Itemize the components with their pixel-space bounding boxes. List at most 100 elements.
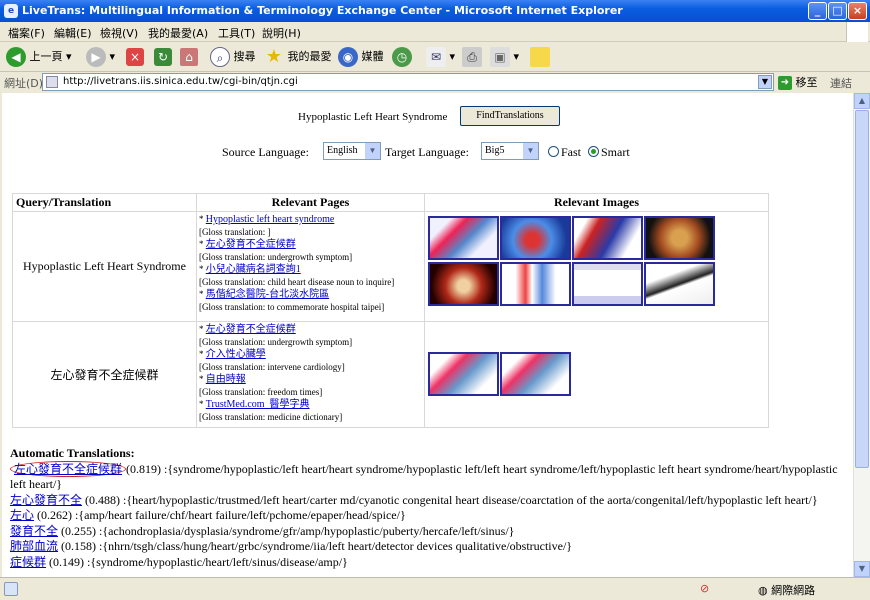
refresh-icon: ↻ — [154, 48, 172, 66]
query-input[interactable] — [298, 107, 450, 127]
target-language-label: Target Language: — [385, 145, 469, 159]
vertical-scrollbar[interactable]: ▲ ▼ — [853, 93, 870, 577]
back-button[interactable]: ◀ 上一頁 ▾ — [6, 46, 72, 68]
page-link[interactable]: 左心發育不全症候群 — [206, 324, 296, 335]
address-dropdown-icon[interactable]: ▼ — [758, 75, 772, 89]
heart-diagram-image[interactable] — [500, 262, 571, 306]
language-row: Source Language: English ▼ Target Langua… — [2, 141, 853, 163]
translation-link[interactable]: 左心發育不全 — [10, 493, 82, 507]
gloss-text: [Gloss translation: medicine dictionary] — [199, 412, 343, 422]
translation-link[interactable]: 肺部血流 — [10, 539, 58, 553]
refresh-button[interactable]: ↻ — [154, 46, 172, 68]
address-label: 網址(D) — [4, 77, 44, 90]
smart-radio[interactable] — [588, 146, 599, 157]
gloss-text: [Gloss translation: ] — [199, 227, 271, 237]
fast-radio[interactable] — [548, 146, 559, 157]
heart-diagram-image[interactable] — [500, 216, 571, 260]
messenger-button[interactable] — [530, 46, 550, 68]
menu-help[interactable]: 說明(H) — [262, 25, 301, 41]
go-button[interactable]: ➜ 移至 — [778, 74, 818, 90]
heart-diagram-image[interactable] — [428, 352, 499, 396]
menu-favorites[interactable]: 我的最愛(A) — [148, 25, 208, 41]
mail-icon: ✉ — [426, 47, 446, 67]
page-icon — [46, 76, 58, 88]
heart-diagram-image[interactable] — [428, 216, 499, 260]
list-item: 左心發育不全症候群 (0.819) :{syndrome/hypoplastic/… — [10, 460, 838, 491]
printer-icon: ⎙ — [462, 47, 482, 67]
translation-link[interactable]: 左心發育不全症候群 — [10, 460, 127, 477]
page-link[interactable]: 小兒心臟病名詞查詢1 — [206, 264, 301, 275]
globe-icon: ◉ — [338, 47, 358, 67]
forward-arrow-icon: ▶ — [86, 47, 106, 67]
list-item: 左心 (0.262) :{amp/heart failure/chf/heart… — [10, 508, 406, 522]
source-language-select[interactable]: English ▼ — [323, 142, 381, 160]
search-row: FindTranslations — [2, 105, 853, 127]
security-zone: ◍ 網際網路 — [758, 584, 816, 597]
close-button[interactable]: × — [848, 2, 867, 20]
forward-button[interactable]: ▶ ▾ — [86, 46, 115, 68]
favorites-button[interactable]: ★ 我的最愛 — [264, 46, 332, 68]
smart-label: Smart — [601, 145, 630, 159]
menu-tools[interactable]: 工具(T) — [218, 25, 255, 41]
page-link[interactable]: 左心發育不全症候群 — [206, 239, 296, 250]
address-input[interactable]: http://livetrans.iis.sinica.edu.tw/cgi-b… — [42, 73, 774, 91]
automatic-translations: Automatic Translations: 左心發育不全症候群 (0.819)… — [10, 446, 850, 570]
list-item: 發育不全 (0.255) :{achondroplasia/dysplasia/… — [10, 523, 515, 538]
auto-translations-heading: Automatic Translations: — [10, 446, 135, 460]
window-title: LiveTrans: Multilingual Information & Te… — [22, 4, 623, 17]
scroll-down-icon[interactable]: ▼ — [854, 561, 870, 577]
windows-logo-icon — [846, 22, 868, 42]
column-header: Query/Translation — [12, 193, 197, 212]
page-status-icon — [4, 582, 18, 596]
window-title-bar[interactable]: e LiveTrans: Multilingual Information & … — [0, 0, 870, 22]
minimize-button[interactable]: _ — [808, 2, 827, 20]
menu-file[interactable]: 檔案(F) — [8, 25, 45, 41]
target-language-select[interactable]: Big5 ▼ — [481, 142, 539, 160]
scroll-up-icon[interactable]: ▲ — [854, 93, 870, 109]
pages-cell: * 左心發育不全症候群 [Gloss translation: undergro… — [196, 321, 425, 428]
edit-icon: ▣ — [490, 47, 510, 67]
column-header: Relevant Pages — [196, 193, 425, 212]
print-button[interactable]: ⎙ — [462, 46, 482, 68]
heart-photo-image[interactable] — [428, 262, 499, 306]
address-bar: 網址(D) http://livetrans.iis.sinica.edu.tw… — [0, 72, 870, 92]
ie-app-icon: e — [4, 4, 18, 18]
search-button[interactable]: ⌕ 搜尋 — [210, 46, 256, 68]
media-button[interactable]: ◉ 媒體 — [338, 46, 384, 68]
scrollbar-thumb[interactable] — [855, 110, 869, 468]
page-link[interactable]: Hypoplastic left heart syndrome — [206, 214, 335, 225]
home-button[interactable]: ⌂ — [180, 46, 198, 68]
translation-link[interactable]: 發育不全 — [10, 524, 58, 538]
maximize-button[interactable]: □ — [828, 2, 847, 20]
mail-button[interactable]: ✉ ▾ — [426, 46, 455, 68]
table-row: 左心發育不全症候群 * 左心發育不全症候群 [Gloss translation… — [12, 321, 769, 428]
webpage-screenshot-image[interactable] — [572, 262, 643, 306]
translation-link[interactable]: 症候群 — [10, 555, 46, 569]
table-row: Hypoplastic Left Heart Syndrome * Hypopl… — [12, 211, 769, 322]
page-link[interactable]: 馬偕紀念醫院-台北淡水院區 — [206, 289, 329, 300]
magnifier-icon: ⌕ — [210, 47, 230, 67]
list-item: 左心發育不全 (0.488) :{heart/hypoplastic/trust… — [10, 492, 818, 507]
table-header-row: Query/Translation Relevant Pages Relevan… — [12, 193, 769, 212]
heart-photo-image[interactable] — [644, 216, 715, 260]
page-link[interactable]: 介入性心臟學 — [206, 349, 266, 360]
heart-diagram-image[interactable] — [500, 352, 571, 396]
menu-edit[interactable]: 編輯(E) — [54, 25, 92, 41]
edit-button[interactable]: ▣ ▾ — [490, 46, 519, 68]
chevron-down-icon: ▼ — [523, 143, 538, 159]
history-icon: ◷ — [392, 47, 412, 67]
page-link[interactable]: 自由時報 — [206, 374, 246, 385]
history-button[interactable]: ◷ — [392, 46, 412, 68]
links-label[interactable]: 連結 — [830, 75, 852, 91]
heart-diagram-image[interactable] — [572, 216, 643, 260]
query-cell: Hypoplastic Left Heart Syndrome — [12, 211, 197, 322]
fast-label: Fast — [561, 145, 582, 159]
stop-button[interactable]: × — [126, 46, 144, 68]
find-translations-button[interactable]: FindTranslations — [460, 106, 560, 126]
back-arrow-icon: ◀ — [6, 47, 26, 67]
heart-diagram-image[interactable] — [644, 262, 715, 306]
translation-link[interactable]: 左心 — [10, 508, 34, 522]
menu-view[interactable]: 檢視(V) — [100, 25, 138, 41]
results-table: Query/Translation Relevant Pages Relevan… — [12, 193, 769, 428]
page-link[interactable]: TrustMed.com_醫學字典 — [206, 399, 310, 410]
